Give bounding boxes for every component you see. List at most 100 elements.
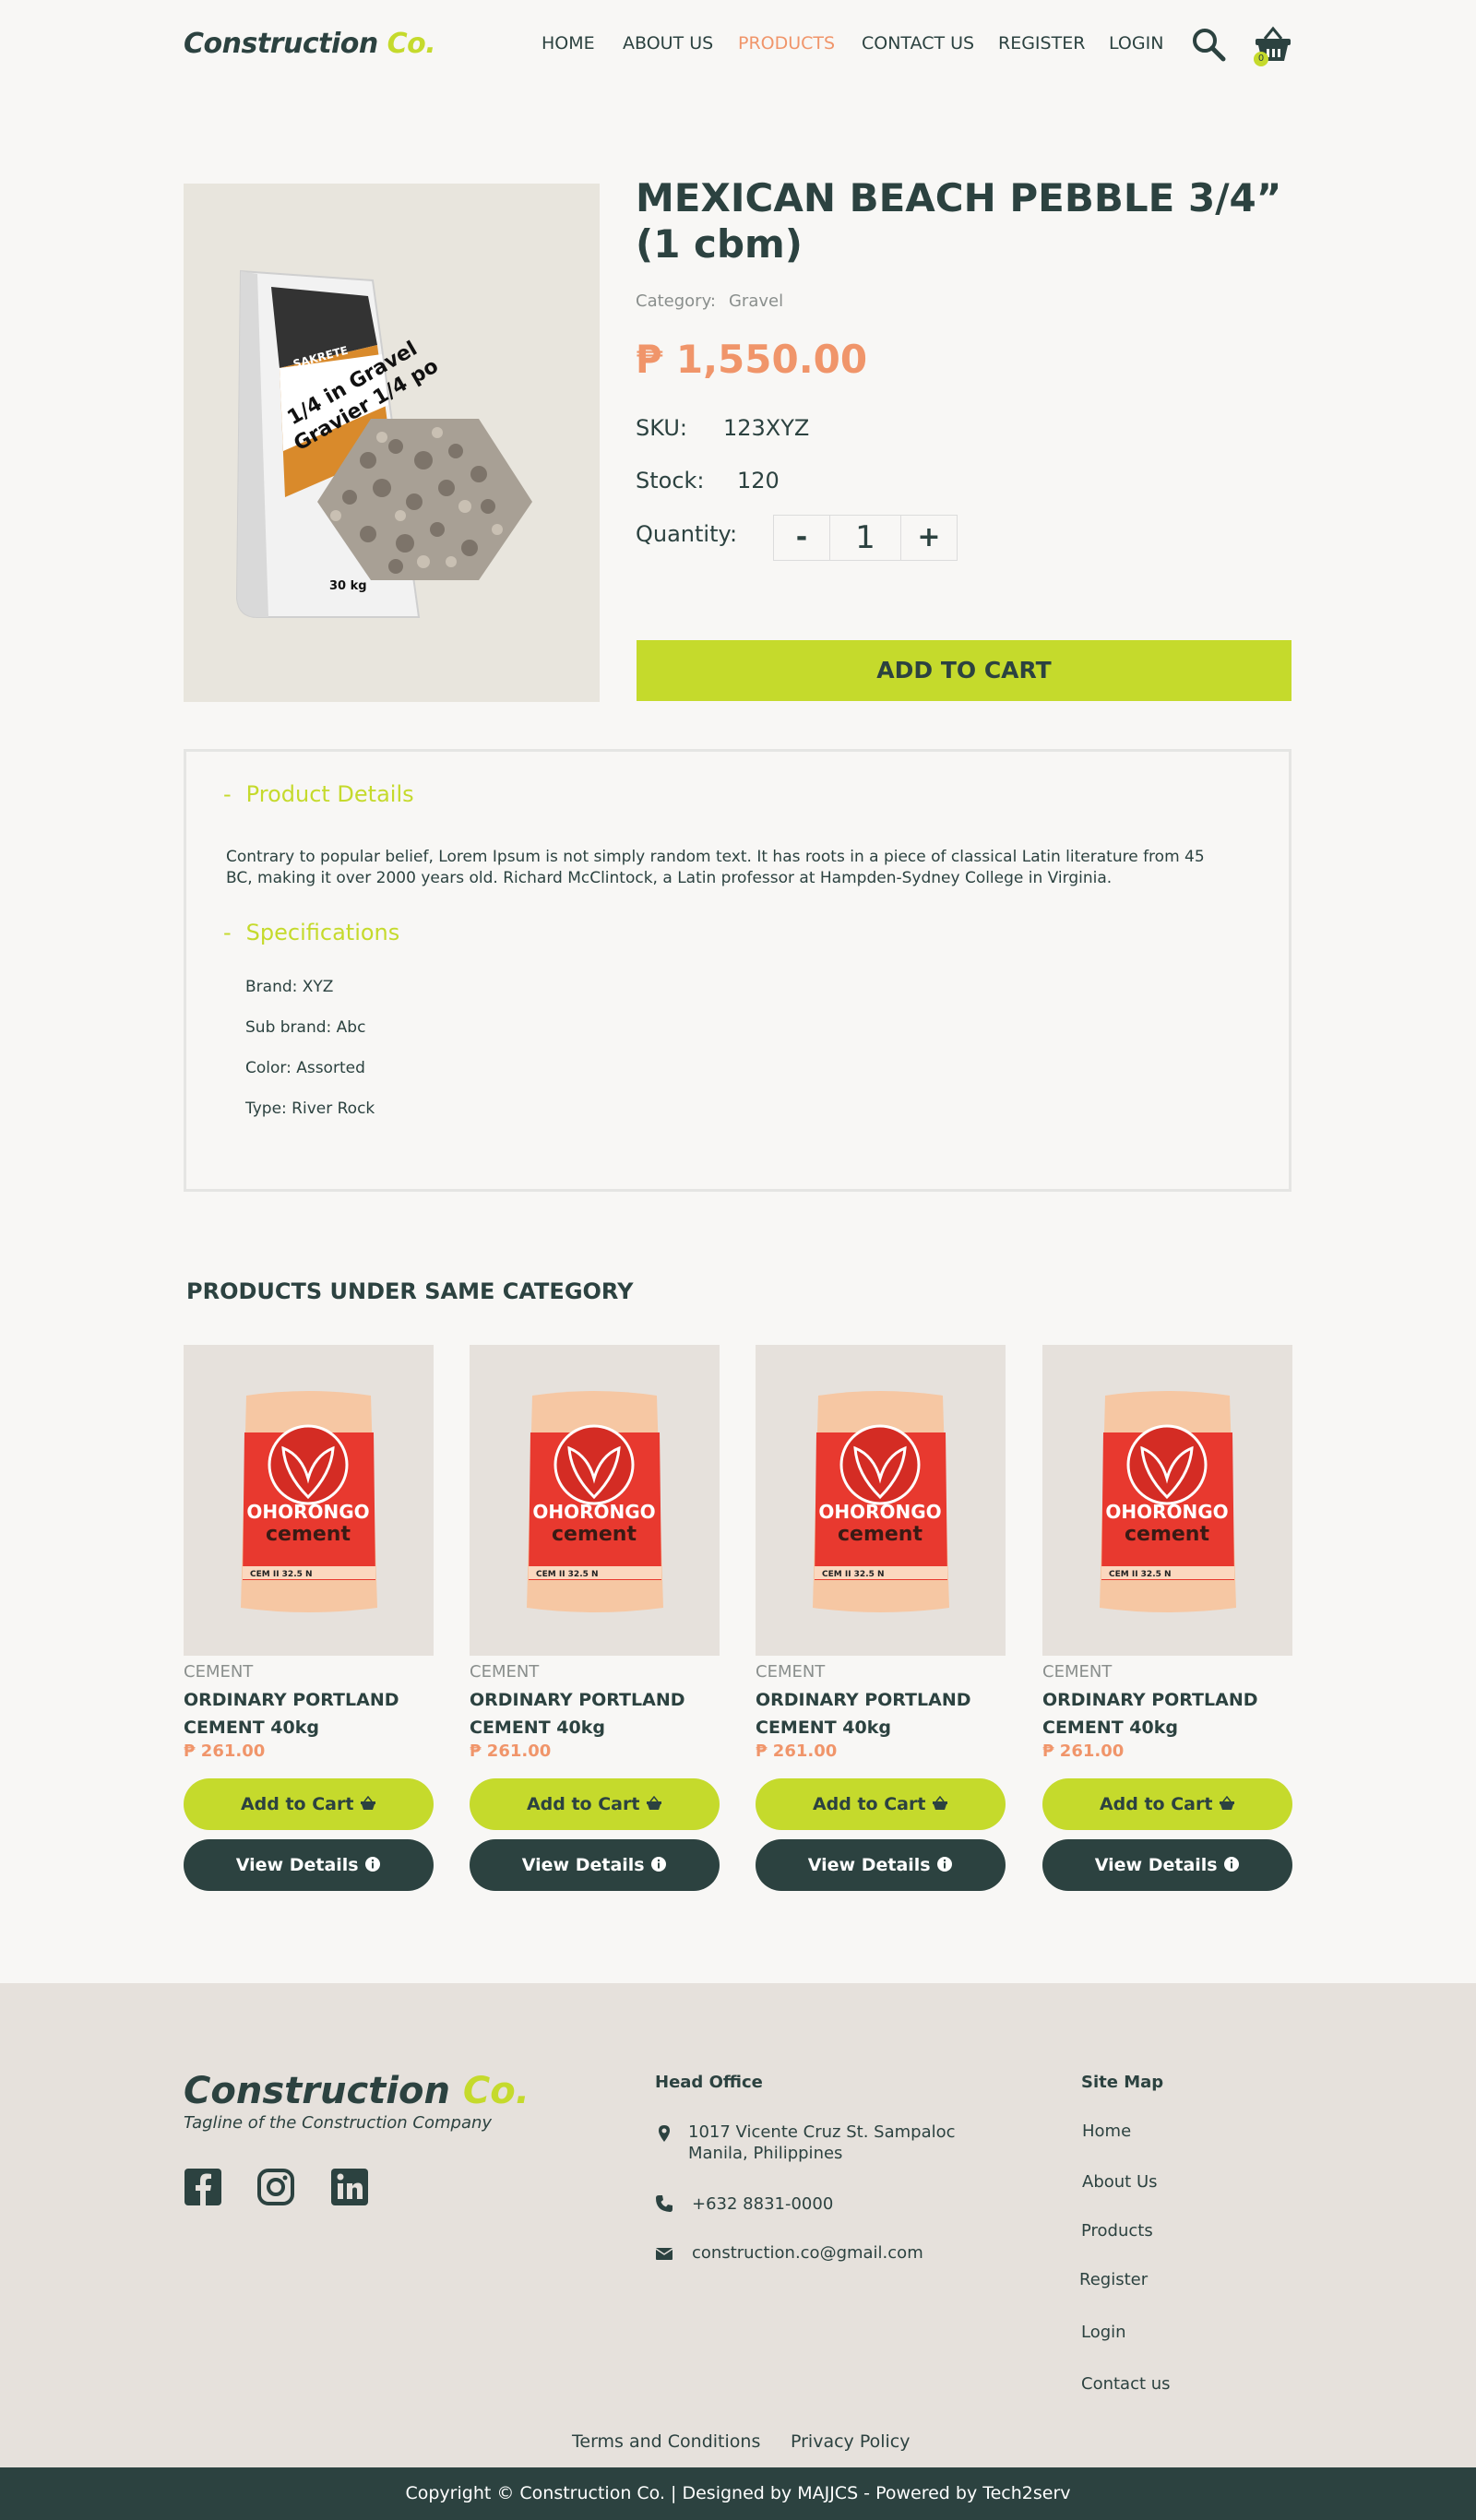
sitemap-contact-us-link[interactable]: Contact us bbox=[1081, 2374, 1171, 2394]
product-card: OHORONGO cement CEM II 32.5 N CEMENT ORDINAR… bbox=[184, 1345, 434, 1891]
sitemap-products-link[interactable]: Products bbox=[1081, 2221, 1153, 2241]
category-value[interactable]: Gravel bbox=[729, 291, 783, 311]
product-card: OHORONGO cement CEM II 32.5 N CEMENT ORDINAR… bbox=[1042, 1345, 1292, 1891]
spec-sub-brand: Sub brand: Abc bbox=[245, 1018, 366, 1037]
product-card-price: ₱ 261.00 bbox=[756, 1741, 838, 1761]
nav-products[interactable]: PRODUCTS bbox=[738, 33, 835, 53]
nav-login[interactable]: LOGIN bbox=[1109, 33, 1163, 53]
product-card-name[interactable]: ORDINARY PORTLAND CEMENT 40kg bbox=[756, 1686, 1006, 1741]
product-card-name[interactable]: ORDINARY PORTLAND CEMENT 40kg bbox=[1042, 1686, 1292, 1741]
instagram-icon[interactable] bbox=[256, 2168, 295, 2206]
card-add-to-cart-button[interactable]: Add to Cart bbox=[184, 1778, 434, 1830]
bag-type-text: cement bbox=[838, 1523, 922, 1546]
bag-code-text: CEM II 32.5 N bbox=[250, 1570, 313, 1579]
product-card-category: CEMENT bbox=[184, 1662, 254, 1682]
bag-type-text: cement bbox=[266, 1523, 351, 1546]
card-add-to-cart-button[interactable]: Add to Cart bbox=[470, 1778, 720, 1830]
sitemap-register-link[interactable]: Register bbox=[1079, 2270, 1148, 2289]
facebook-icon[interactable] bbox=[184, 2168, 222, 2206]
bag-brand-text: OHORONGO bbox=[818, 1501, 941, 1523]
card-view-details-button[interactable]: View Details bbox=[1042, 1839, 1292, 1891]
product-card-category: CEMENT bbox=[1042, 1662, 1113, 1682]
add-to-cart-label: Add to Cart bbox=[812, 1794, 926, 1814]
add-to-cart-button[interactable]: ADD TO CART bbox=[637, 640, 1292, 701]
product-card-image[interactable]: OHORONGO cement CEM II 32.5 N bbox=[184, 1345, 434, 1656]
spec-color: Color: Assorted bbox=[245, 1059, 365, 1077]
card-view-details-button[interactable]: View Details bbox=[756, 1839, 1006, 1891]
product-stock: Stock: 120 bbox=[636, 468, 780, 493]
collapse-icon: - bbox=[223, 920, 232, 945]
add-to-cart-label: Add to Cart bbox=[1099, 1794, 1213, 1814]
office-address-line2: Manila, Philippines bbox=[688, 2144, 843, 2163]
product-details-heading: Product Details bbox=[245, 781, 414, 807]
spec-brand: Brand: XYZ bbox=[245, 978, 334, 996]
nav-register[interactable]: REGISTER bbox=[998, 33, 1085, 53]
terms-and-conditions-link[interactable]: Terms and Conditions bbox=[572, 2431, 760, 2452]
email-icon bbox=[655, 2248, 673, 2260]
bag-type-text: cement bbox=[1125, 1523, 1209, 1546]
info-icon bbox=[937, 1857, 953, 1872]
product-card-price: ₱ 261.00 bbox=[470, 1741, 552, 1761]
search-icon[interactable] bbox=[1190, 26, 1227, 63]
nav-home[interactable]: HOME bbox=[542, 33, 595, 53]
site-logo[interactable]: Construction Co. bbox=[184, 28, 436, 60]
card-add-to-cart-button[interactable]: Add to Cart bbox=[756, 1778, 1006, 1830]
card-view-details-button[interactable]: View Details bbox=[470, 1839, 720, 1891]
office-email[interactable]: construction.co@gmail.com bbox=[692, 2242, 923, 2264]
card-view-details-button[interactable]: View Details bbox=[184, 1839, 434, 1891]
info-icon bbox=[651, 1857, 667, 1872]
footer-logo[interactable]: Construction Co. bbox=[184, 2070, 530, 2112]
product-details-toggle[interactable]: - Product Details bbox=[223, 781, 414, 807]
view-details-label: View Details bbox=[807, 1855, 931, 1875]
stock-label: Stock: bbox=[636, 468, 705, 493]
nav-about-us[interactable]: ABOUT US bbox=[623, 33, 713, 53]
product-card-name[interactable]: ORDINARY PORTLAND CEMENT 40kg bbox=[470, 1686, 720, 1741]
view-details-label: View Details bbox=[235, 1855, 359, 1875]
spec-type: Type: River Rock bbox=[245, 1100, 375, 1118]
quantity-increment-button[interactable]: + bbox=[901, 516, 957, 560]
head-office-title: Head Office bbox=[655, 2073, 763, 2092]
stock-value: 120 bbox=[737, 468, 780, 493]
sitemap-home-link[interactable]: Home bbox=[1082, 2122, 1131, 2141]
product-card-image[interactable]: OHORONGO cement CEM II 32.5 N bbox=[756, 1345, 1006, 1656]
office-phone[interactable]: +632 8831-0000 bbox=[692, 2193, 833, 2215]
site-footer: Construction Co. Tagline of the Construc… bbox=[0, 1983, 1476, 2467]
basket-icon bbox=[933, 1795, 948, 1810]
sitemap-about-us-link[interactable]: About Us bbox=[1082, 2172, 1158, 2192]
bag-weight-text: 30 kg bbox=[329, 579, 367, 593]
collapse-icon: - bbox=[223, 781, 232, 807]
product-category: Category: Gravel bbox=[636, 291, 783, 311]
info-icon bbox=[365, 1857, 381, 1872]
basket-icon bbox=[647, 1795, 662, 1810]
bag-type-text: cement bbox=[552, 1523, 637, 1546]
nav-contact-us[interactable]: CONTACT US bbox=[862, 33, 974, 53]
quantity-value[interactable]: 1 bbox=[829, 516, 901, 560]
product-card-price: ₱ 261.00 bbox=[1042, 1741, 1125, 1761]
basket-icon bbox=[361, 1795, 376, 1810]
cart-count-badge: 0 bbox=[1254, 52, 1268, 66]
bag-brand-text: OHORONGO bbox=[246, 1501, 369, 1523]
linkedin-icon[interactable] bbox=[330, 2168, 369, 2206]
bag-code-text: CEM II 32.5 N bbox=[1109, 1570, 1172, 1579]
product-card-name[interactable]: ORDINARY PORTLAND CEMENT 40kg bbox=[184, 1686, 434, 1741]
bag-brand-text: OHORONGO bbox=[532, 1501, 655, 1523]
product-sku: SKU: 123XYZ bbox=[636, 415, 809, 441]
product-card-image[interactable]: OHORONGO cement CEM II 32.5 N bbox=[470, 1345, 720, 1656]
quantity-decrement-button[interactable]: - bbox=[774, 516, 829, 560]
product-description: Contrary to popular belief, Lorem Ipsum … bbox=[226, 848, 1205, 887]
sitemap-login-link[interactable]: Login bbox=[1081, 2323, 1126, 2342]
specifications-heading: Specifications bbox=[245, 920, 400, 945]
card-add-to-cart-button[interactable]: Add to Cart bbox=[1042, 1778, 1292, 1830]
category-label: Category: bbox=[636, 291, 716, 311]
specifications-toggle[interactable]: - Specifications bbox=[223, 920, 399, 945]
bag-code-text: CEM II 32.5 N bbox=[822, 1570, 885, 1579]
product-card: OHORONGO cement CEM II 32.5 N CEMENT ORDINAR… bbox=[756, 1345, 1006, 1891]
add-to-cart-label: Add to Cart bbox=[240, 1794, 354, 1814]
product-card-image[interactable]: OHORONGO cement CEM II 32.5 N bbox=[1042, 1345, 1292, 1656]
sku-value: 123XYZ bbox=[723, 415, 810, 441]
product-card-price: ₱ 261.00 bbox=[184, 1741, 266, 1761]
privacy-policy-link[interactable]: Privacy Policy bbox=[791, 2431, 910, 2452]
product-card: OHORONGO cement CEM II 32.5 N CEMENT ORDINAR… bbox=[470, 1345, 720, 1891]
product-card-category: CEMENT bbox=[756, 1662, 826, 1682]
product-title: MEXICAN BEACH PEBBLE 3/4” (1 cbm) bbox=[636, 175, 1282, 267]
